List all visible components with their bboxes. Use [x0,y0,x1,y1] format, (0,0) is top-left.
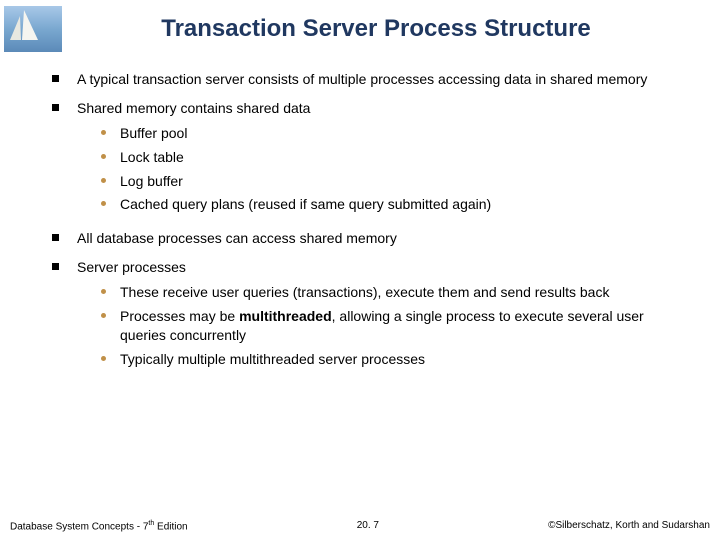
slide-title: Transaction Server Process Structure [82,15,720,43]
bullet-text: Shared memory contains shared dataBuffer… [77,99,692,219]
bullet-level-2: Log buffer [101,172,692,191]
sub-bullet-text: Processes may be multithreaded, allowing… [120,307,692,345]
dot-bullet-icon [101,313,106,318]
bullet-level-1: Server processesThese receive user queri… [52,258,692,373]
square-bullet-icon [52,104,59,111]
sub-bullet-text: Log buffer [120,172,692,191]
bullet-level-2: Lock table [101,148,692,167]
sub-bullet-text: Cached query plans (reused if same query… [120,195,692,214]
bullet-level-2: Buffer pool [101,124,692,143]
sub-bullet-text: Buffer pool [120,124,692,143]
dot-bullet-icon [101,154,106,159]
bullet-level-1: A typical transaction server consists of… [52,70,692,89]
square-bullet-icon [52,234,59,241]
bullet-level-2: Cached query plans (reused if same query… [101,195,692,214]
footer-page-number: 20. 7 [357,520,379,532]
dot-bullet-icon [101,356,106,361]
slide-footer: Database System Concepts - 7th Edition 2… [0,520,720,532]
sub-bullet-text: These receive user queries (transactions… [120,283,692,302]
bullet-text: Server processesThese receive user queri… [77,258,692,373]
slide-header: Transaction Server Process Structure [0,0,720,52]
footer-copyright: ©Silberschatz, Korth and Sudarshan [548,520,710,532]
footer-left: Database System Concepts - 7th Edition [10,520,188,532]
bullet-level-2: Typically multiple multithreaded server … [101,350,692,369]
bullet-level-1: All database processes can access shared… [52,229,692,248]
sailboat-logo [4,6,62,52]
dot-bullet-icon [101,178,106,183]
sub-bullet-text: Typically multiple multithreaded server … [120,350,692,369]
sub-bullet-text: Lock table [120,148,692,167]
square-bullet-icon [52,75,59,82]
bullet-level-2: Processes may be multithreaded, allowing… [101,307,692,345]
bullet-text: All database processes can access shared… [77,229,692,248]
dot-bullet-icon [101,289,106,294]
bullet-level-1: Shared memory contains shared dataBuffer… [52,99,692,219]
bullet-text: A typical transaction server consists of… [77,70,692,89]
dot-bullet-icon [101,201,106,206]
dot-bullet-icon [101,130,106,135]
slide-content: A typical transaction server consists of… [0,52,720,374]
square-bullet-icon [52,263,59,270]
bullet-level-2: These receive user queries (transactions… [101,283,692,302]
